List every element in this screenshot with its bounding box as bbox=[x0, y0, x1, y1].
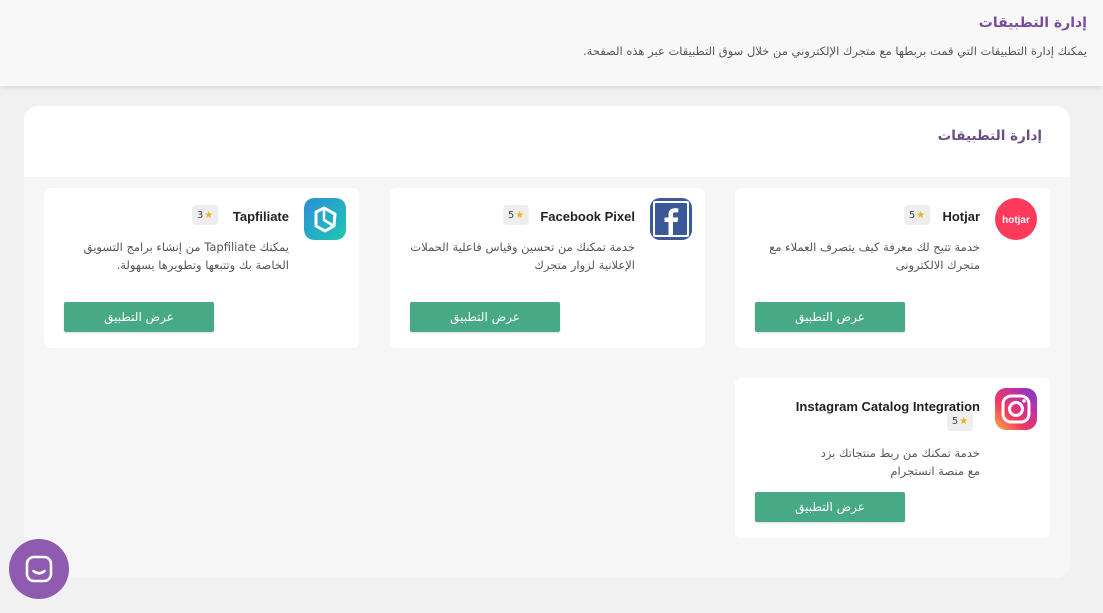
rating-value: 5 bbox=[951, 415, 959, 427]
panel-title: إدارة التطبيقات bbox=[937, 128, 1042, 144]
facebook-logo-icon bbox=[650, 198, 692, 240]
star-icon: ★ bbox=[204, 209, 214, 221]
rating-value: 5 bbox=[908, 209, 916, 221]
rating-badge: 5 ★ bbox=[904, 205, 930, 225]
app-description: خدمة تمكنك من ربط منتجاتك بزد مع منصة ان… bbox=[820, 446, 980, 478]
page-header: إدارة التطبيقات يمكنك إدارة التطبيقات ال… bbox=[0, 0, 1103, 86]
rating-value: 3 bbox=[196, 209, 204, 221]
rating-badge: 3 ★ bbox=[192, 205, 218, 225]
view-app-button[interactable]: عرض التطبيق bbox=[755, 302, 905, 332]
app-name: Facebook Pixel bbox=[540, 209, 635, 224]
tapfiliate-logo-icon bbox=[304, 198, 346, 240]
app-card-tapfiliate: Tapfiliate 3 ★ يمكنك Tapfiliate من إنشاء… bbox=[44, 188, 359, 348]
rating-badge: 5 ★ bbox=[947, 411, 973, 431]
app-card-facebook-pixel: Facebook Pixel 5 ★ خدمة تمكنك من تحسين و… bbox=[390, 188, 705, 348]
svg-text:hotjar: hotjar bbox=[1002, 215, 1030, 226]
star-icon: ★ bbox=[959, 415, 969, 427]
chat-bubble-icon bbox=[25, 555, 53, 583]
chat-launcher-button[interactable] bbox=[9, 539, 69, 599]
app-description: يمكنك Tapfiliate من إنشاء برامج التسويق … bbox=[83, 240, 289, 272]
rating-badge: 5 ★ bbox=[503, 205, 529, 225]
panel-header: إدارة التطبيقات bbox=[24, 106, 1070, 177]
view-app-button[interactable]: عرض التطبيق bbox=[64, 302, 214, 332]
star-icon: ★ bbox=[515, 209, 525, 221]
app-name: Hotjar bbox=[942, 209, 980, 224]
view-app-button[interactable]: عرض التطبيق bbox=[755, 492, 905, 522]
view-app-button[interactable]: عرض التطبيق bbox=[410, 302, 560, 332]
app-description: خدمة تمكنك من تحسين وقياس فاعلية الحملات… bbox=[410, 240, 635, 272]
star-icon: ★ bbox=[916, 209, 926, 221]
app-name: Tapfiliate bbox=[232, 209, 289, 224]
page-title: إدارة التطبيقات bbox=[978, 15, 1087, 31]
hotjar-logo-icon: hotjar bbox=[995, 198, 1037, 240]
rating-value: 5 bbox=[507, 209, 515, 221]
page-subtitle: يمكنك إدارة التطبيقات التي قمت بربطها مع… bbox=[582, 44, 1087, 58]
app-card-instagram: Instagram Catalog Integration 5 ★ خدمة ت… bbox=[735, 378, 1050, 538]
instagram-logo-icon bbox=[995, 388, 1037, 430]
app-card-hotjar: hotjar Hotjar 5 ★ خدمة تتيح لك معرفة كيف… bbox=[735, 188, 1050, 348]
app-description: خدمة تتيح لك معرفة كيف يتصرف العملاء مع … bbox=[769, 240, 980, 272]
